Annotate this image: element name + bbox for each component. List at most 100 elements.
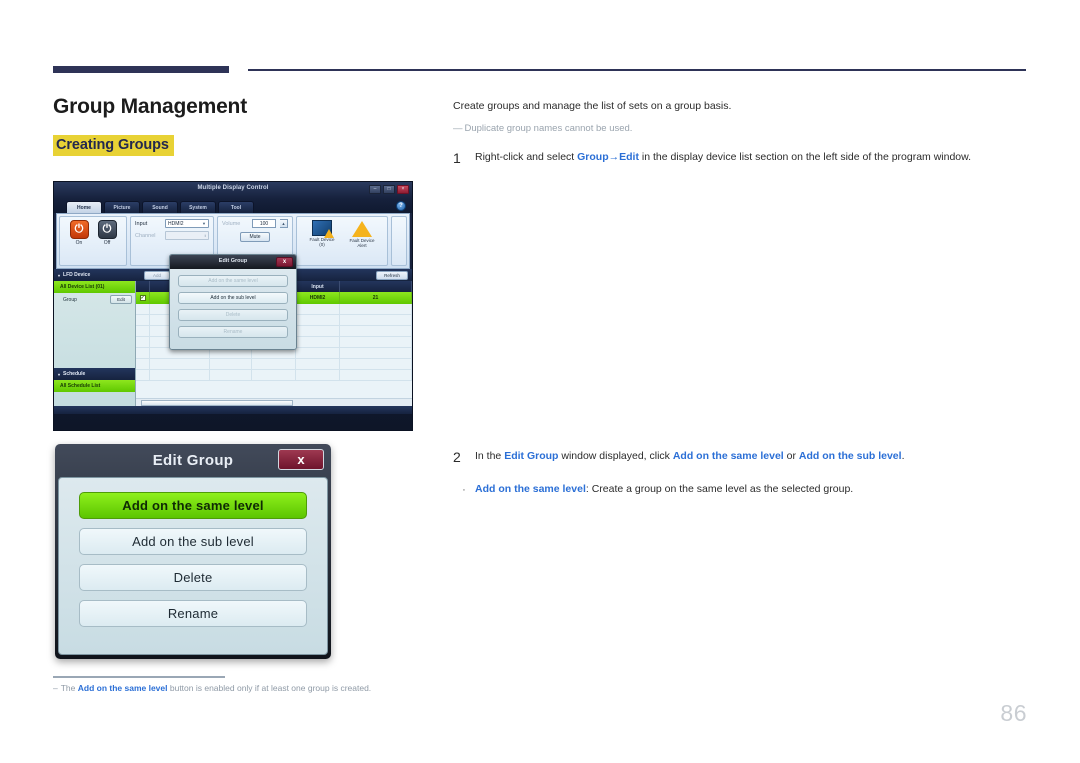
inline-edit-group-dialog: Edit Group x Add on the same level Add o… bbox=[169, 254, 297, 350]
power-on-label: On bbox=[75, 240, 83, 246]
intro-text: Create groups and manage the list of set… bbox=[453, 100, 732, 112]
help-icon[interactable]: ? bbox=[396, 201, 406, 211]
check-icon: ✓ bbox=[139, 295, 146, 301]
chevron-down-icon: ▼ bbox=[202, 221, 206, 226]
chevron-down-icon: ▾ bbox=[58, 272, 61, 278]
step-2: 2 In the Edit Group window displayed, cl… bbox=[453, 449, 1033, 465]
step-1-post: in the display device list section on th… bbox=[638, 151, 972, 163]
right-column: Create groups and manage the list of set… bbox=[453, 99, 1033, 496]
step-1-number: 1 bbox=[453, 150, 461, 166]
step-1-pre: Right-click and select bbox=[475, 151, 578, 163]
input-value: HDMI2 bbox=[168, 220, 184, 227]
schedule-section-header[interactable]: ▾ Schedule bbox=[54, 368, 135, 380]
step-2-link-editgroup: Edit Group bbox=[504, 450, 559, 462]
rename-button[interactable]: Rename bbox=[79, 600, 307, 627]
footnote-rule bbox=[53, 676, 225, 678]
delete-button[interactable]: Delete bbox=[79, 564, 307, 591]
add-button[interactable]: Add bbox=[144, 270, 170, 280]
lfd-device-label: LFD Device bbox=[63, 272, 91, 278]
channel-label: Channel bbox=[135, 232, 156, 239]
inline-rename-button[interactable]: Rename bbox=[178, 326, 288, 338]
step-2-text: In the Edit Group window displayed, clic… bbox=[475, 449, 905, 465]
fault-device-alert-button[interactable]: Fault Device Alert bbox=[345, 219, 379, 248]
step-1: 1 Right-click and select Group→Edit in t… bbox=[453, 150, 1033, 166]
note-dash: — bbox=[453, 122, 463, 134]
row-input: HDMI2 bbox=[296, 292, 340, 304]
power-group: ⏻ On ⏻ Off bbox=[59, 216, 127, 266]
horizontal-scrollbar[interactable] bbox=[136, 398, 412, 406]
footnote-dash: – bbox=[53, 683, 58, 693]
th-extra bbox=[340, 281, 412, 292]
fault-device-button[interactable]: Fault Device (0) bbox=[305, 219, 339, 248]
mdc-titlebar: Multiple Display Control – □ × bbox=[54, 182, 412, 199]
volume-label: Volume bbox=[222, 220, 241, 227]
scrollbar-thumb[interactable] bbox=[141, 399, 293, 406]
tab-tool[interactable]: Tool bbox=[218, 201, 254, 213]
schedule-label: Schedule bbox=[63, 371, 86, 377]
volume-field-row: Volume 100 ▲ bbox=[222, 219, 288, 228]
volume-stepper[interactable]: ▲ bbox=[280, 219, 288, 228]
monitor-warning-icon bbox=[312, 220, 334, 238]
group-edit-button[interactable]: Edit bbox=[110, 295, 132, 304]
power-off-button[interactable]: ⏻ Off bbox=[96, 219, 118, 246]
chevron-down-icon: ▾ bbox=[58, 371, 61, 377]
edit-group-dialog: Edit Group x Add on the same level Add o… bbox=[55, 444, 331, 659]
th-input: Input bbox=[296, 281, 340, 292]
header-rule-thick bbox=[53, 66, 229, 73]
dialog-close-button[interactable]: x bbox=[278, 449, 324, 470]
mute-button[interactable]: Mute bbox=[240, 232, 270, 242]
add-on-same-level-button[interactable]: Add on the same level bbox=[79, 492, 307, 519]
bullet-desc: : Create a group on the same level as th… bbox=[585, 483, 854, 495]
all-schedule-list-item[interactable]: All Schedule List bbox=[54, 380, 135, 392]
volume-value[interactable]: 100 bbox=[252, 219, 276, 228]
warning-triangle-icon bbox=[352, 221, 372, 237]
bullet-item: · Add on the same level: Create a group … bbox=[453, 482, 1033, 499]
tab-sound[interactable]: Sound bbox=[142, 201, 178, 213]
inline-delete-button[interactable]: Delete bbox=[178, 309, 288, 321]
mdc-tabbar: Home Picture Sound System Tool bbox=[54, 199, 412, 213]
inline-add-sub-level-button[interactable]: Add on the sub level bbox=[178, 292, 288, 304]
inline-dialog-body: Add on the same level Add on the sub lev… bbox=[170, 269, 296, 344]
inline-dialog-close-button[interactable]: x bbox=[276, 257, 293, 267]
page-title: Group Management bbox=[53, 95, 247, 118]
step-2-pre: In the bbox=[475, 450, 505, 462]
refresh-button[interactable]: Refresh bbox=[376, 270, 408, 280]
step-1-link-group: Group bbox=[577, 151, 609, 163]
footnote: – The Add on the same level button is ena… bbox=[53, 683, 433, 695]
step-2-number: 2 bbox=[453, 449, 461, 465]
mdc-statusbar bbox=[54, 406, 412, 414]
all-device-list-item[interactable]: All Device List (01) bbox=[54, 281, 135, 293]
tab-picture[interactable]: Picture bbox=[104, 201, 140, 213]
input-field-row: Input HDMI2 ▼ bbox=[135, 219, 209, 228]
input-select[interactable]: HDMI2 ▼ bbox=[165, 219, 209, 228]
inline-add-same-level-button[interactable]: Add on the same level bbox=[178, 275, 288, 287]
lfd-device-header[interactable]: ▾ LFD Device bbox=[58, 272, 140, 278]
add-on-sub-level-button[interactable]: Add on the sub level bbox=[79, 528, 307, 555]
stepper-icon: ↕ bbox=[204, 233, 206, 238]
close-icon[interactable]: × bbox=[397, 185, 409, 194]
left-column: Group Management Creating Groups bbox=[53, 95, 418, 156]
note-text: Duplicate group names cannot be used. bbox=[464, 122, 633, 134]
row-checkbox[interactable]: ✓ bbox=[136, 292, 150, 304]
group-label: Group bbox=[63, 296, 77, 303]
step-1-link-edit: Edit bbox=[619, 151, 639, 163]
step-2-link-sub: Add on the sub level bbox=[798, 450, 902, 462]
group-item[interactable]: Group Edit bbox=[54, 293, 135, 306]
fault-alert-label: Fault Device Alert bbox=[349, 238, 375, 249]
intro-note: — Duplicate group names cannot be used. bbox=[453, 122, 1033, 136]
bullet-link: Add on the same level bbox=[475, 483, 586, 495]
device-tree-panel: All Device List (01) Group Edit ▾ Schedu… bbox=[54, 281, 136, 406]
channel-input[interactable]: ↕ bbox=[165, 231, 209, 240]
minimize-icon[interactable]: – bbox=[369, 185, 381, 194]
step-2-link-same: Add on the same level bbox=[672, 450, 784, 462]
tab-system[interactable]: System bbox=[180, 201, 216, 213]
dialog-titlebar: Edit Group x bbox=[58, 447, 328, 477]
footnote-pre: The bbox=[60, 683, 78, 693]
tab-home[interactable]: Home bbox=[66, 201, 102, 213]
fault-group: Fault Device (0) Fault Device Alert bbox=[296, 216, 388, 266]
maximize-icon[interactable]: □ bbox=[383, 185, 395, 194]
bullet-text: Add on the same level: Create a group on… bbox=[475, 482, 853, 499]
footnote-link: Add on the same level bbox=[77, 683, 168, 693]
power-off-icon: ⏻ bbox=[97, 220, 117, 239]
power-on-button[interactable]: ⏻ On bbox=[68, 219, 90, 246]
